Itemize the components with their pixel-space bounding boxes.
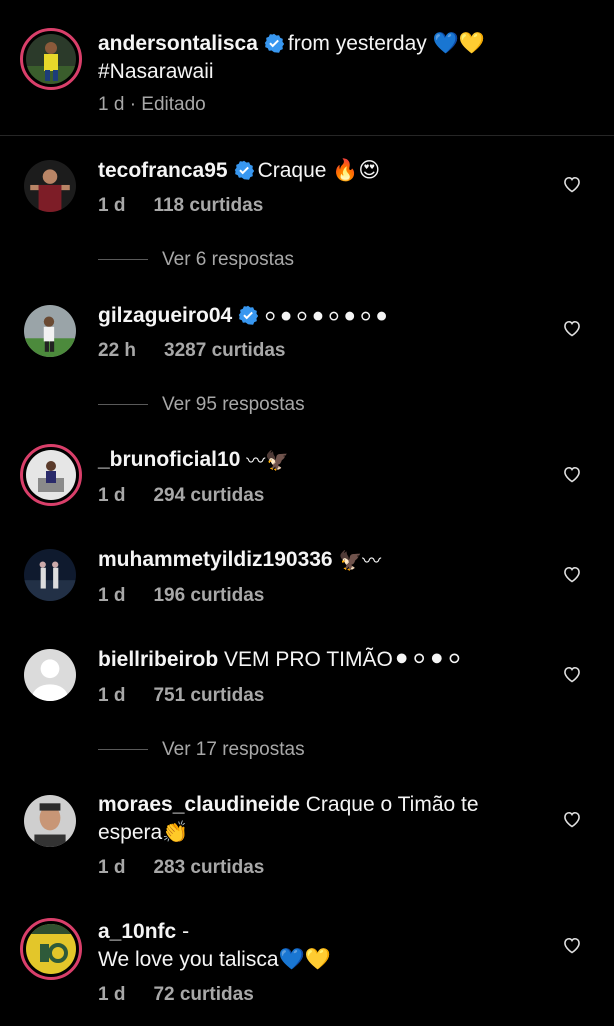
- comment-likes[interactable]: 283 curtidas: [153, 857, 264, 878]
- default-avatar[interactable]: [24, 649, 76, 701]
- comment-meta: 1 d 751 curtidas: [98, 685, 264, 707]
- view-replies-label[interactable]: Ver 6 respostas: [162, 249, 294, 270]
- comment-text: tecofranca95 Craque 🔥😍: [98, 157, 380, 185]
- comment-time: 1 d: [98, 485, 126, 506]
- comment-body: -: [182, 920, 190, 943]
- comment-meta: 1 d 294 curtidas: [98, 485, 264, 507]
- avatar[interactable]: [20, 444, 82, 506]
- replies-divider: [98, 259, 148, 261]
- comment-meta: 22 h 3287 curtidas: [98, 340, 286, 362]
- avatar[interactable]: [24, 160, 76, 212]
- comment-username[interactable]: gilzagueiro04: [98, 304, 232, 327]
- heart-outline-icon[interactable]: [562, 564, 582, 584]
- comment-username[interactable]: moraes_claudineide: [98, 793, 300, 816]
- comment-body: 🦅〰: [338, 551, 382, 572]
- heart-outline-icon[interactable]: [562, 935, 582, 955]
- comment-likes[interactable]: 3287 curtidas: [164, 340, 285, 361]
- comment-body-cont: We love you talisca💙💛: [98, 948, 331, 971]
- view-replies[interactable]: Ver 95 respostas: [98, 394, 305, 416]
- comment-text: a_10nfc - We love you talisca💙💛: [98, 918, 331, 974]
- comment-time: 1 d: [98, 195, 126, 216]
- heart-outline-icon[interactable]: [562, 464, 582, 484]
- verified-badge-icon: [238, 305, 258, 325]
- heart-outline-icon[interactable]: [562, 174, 582, 194]
- caption-meta: 1 d · Editado: [98, 94, 206, 115]
- comment-body: Craque o Timão te: [305, 793, 479, 816]
- view-replies[interactable]: Ver 17 respostas: [98, 739, 305, 761]
- comment-username[interactable]: muhammetyildiz190336: [98, 548, 333, 571]
- comment-meta: 1 d 196 curtidas: [98, 585, 264, 607]
- verified-badge-icon: [264, 33, 284, 53]
- caption-body: from yesterday 💙💛: [287, 32, 485, 55]
- avatar[interactable]: [20, 918, 82, 980]
- comment-time: 1 d: [98, 857, 126, 878]
- comment-likes[interactable]: 72 curtidas: [153, 984, 253, 1005]
- comment-username[interactable]: tecofranca95: [98, 159, 228, 182]
- avatar[interactable]: [24, 795, 76, 847]
- comment-username[interactable]: _brunoficial10: [98, 448, 240, 471]
- comment-time: 1 d: [98, 585, 126, 606]
- replies-divider: [98, 749, 148, 751]
- comment-text: gilzagueiro04 ⚪⚫⚪⚫⚪⚫⚪⚫: [98, 302, 390, 332]
- comment-body: ⚪⚫⚪⚫⚪⚫⚪⚫: [262, 307, 390, 328]
- comment-likes[interactable]: 118 curtidas: [153, 195, 263, 216]
- comment-meta: 1 d 283 curtidas: [98, 857, 264, 879]
- heart-outline-icon[interactable]: [562, 318, 582, 338]
- comment-text: _brunoficial10 〰🦅: [98, 446, 289, 476]
- heart-outline-icon[interactable]: [562, 664, 582, 684]
- comment-username[interactable]: a_10nfc: [98, 920, 176, 943]
- comment-text: biellribeirob VEM PRO TIMÃO⚫⚪⚫⚪: [98, 646, 463, 674]
- avatar[interactable]: [24, 549, 76, 601]
- comment-username[interactable]: biellribeirob: [98, 648, 218, 671]
- heart-outline-icon[interactable]: [562, 809, 582, 829]
- caption-username[interactable]: andersontalisca: [98, 32, 258, 55]
- comment-body-cont: espera👏: [98, 821, 189, 844]
- comment-likes[interactable]: 294 curtidas: [153, 485, 264, 506]
- comment-likes[interactable]: 751 curtidas: [153, 685, 264, 706]
- post-caption: andersontalisca from yesterday 💙💛 #Nasara…: [0, 0, 614, 136]
- comment-body: VEM PRO TIMÃO⚫⚪⚫⚪: [224, 648, 464, 671]
- comment-text: moraes_claudineide Craque o Timão te esp…: [98, 791, 479, 847]
- comment-body: Craque 🔥😍: [257, 159, 381, 182]
- comment-text: muhammetyildiz190336 🦅〰: [98, 546, 381, 576]
- author-avatar[interactable]: [20, 28, 82, 90]
- comment-time: 1 d: [98, 685, 126, 706]
- verified-badge-icon: [234, 160, 254, 180]
- comment-body: 〰🦅: [246, 451, 289, 472]
- comment-likes[interactable]: 196 curtidas: [153, 585, 264, 606]
- caption-hashtag[interactable]: #Nasarawaii: [98, 60, 214, 83]
- comment-meta: 1 d 72 curtidas: [98, 984, 254, 1006]
- comment-time: 1 d: [98, 984, 126, 1005]
- view-replies-label[interactable]: Ver 17 respostas: [162, 739, 305, 760]
- comment-meta: 1 d 118 curtidas: [98, 195, 263, 217]
- avatar[interactable]: [24, 305, 76, 357]
- view-replies-label[interactable]: Ver 95 respostas: [162, 394, 305, 415]
- comment-time: 22 h: [98, 340, 137, 361]
- caption-text: andersontalisca from yesterday 💙💛 #Nasara…: [98, 30, 485, 86]
- replies-divider: [98, 404, 148, 406]
- view-replies[interactable]: Ver 6 respostas: [98, 249, 294, 271]
